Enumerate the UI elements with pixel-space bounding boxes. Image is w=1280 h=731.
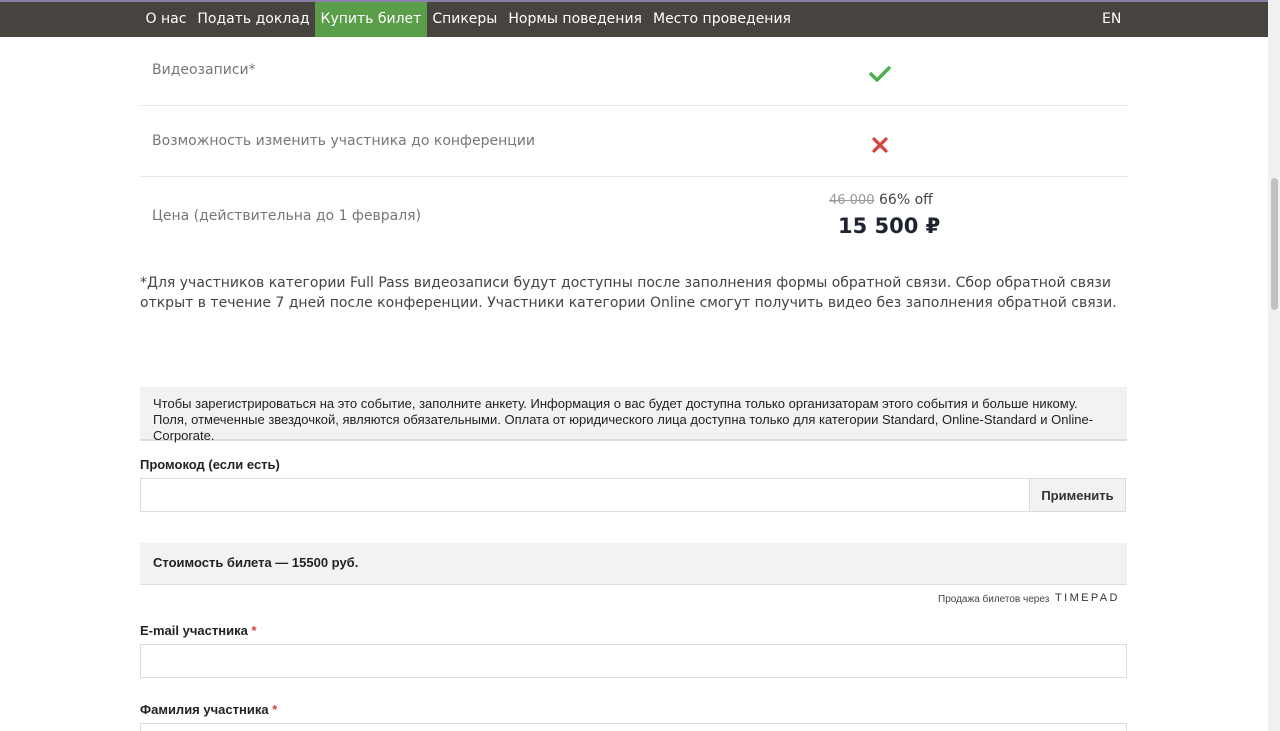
video-footnote: *Для участников категории Full Pass виде… bbox=[140, 275, 1117, 311]
surname-label: Фамилия участника * bbox=[140, 702, 277, 717]
email-field[interactable] bbox=[140, 644, 1127, 678]
required-mark: * bbox=[272, 702, 278, 717]
cross-icon bbox=[872, 137, 888, 153]
nav-item-venue[interactable]: Место проведения bbox=[647, 2, 796, 37]
check-icon bbox=[869, 66, 891, 82]
email-label-text: E-mail участника bbox=[140, 623, 248, 638]
top-navigation-bar: О нас Подать доклад Купить билет Спикеры… bbox=[0, 0, 1268, 37]
feature-row-change-participant: Возможность изменить участника до конфер… bbox=[140, 106, 1128, 177]
promo-label: Промокод (если есть) bbox=[140, 457, 280, 472]
current-price: 15 500 ₽ bbox=[838, 214, 941, 238]
price-row: Цена (действительна до 1 февраля) 46 000… bbox=[140, 177, 1128, 257]
old-price: 46 000 bbox=[829, 193, 875, 208]
timepad-logo[interactable]: TIMEPAD bbox=[1055, 592, 1120, 604]
scrollbar-thumb[interactable] bbox=[1271, 178, 1278, 310]
email-label: E-mail участника * bbox=[140, 623, 257, 638]
main-nav: О нас Подать доклад Купить билет Спикеры… bbox=[140, 2, 796, 37]
nav-item-submit-talk[interactable]: Подать доклад bbox=[192, 2, 315, 37]
ticket-sales-note: Продажа билетов через bbox=[938, 594, 1050, 605]
promo-code-input[interactable] bbox=[140, 478, 1030, 512]
feature-row-video: Видеозаписи* bbox=[140, 37, 1128, 106]
language-switch[interactable]: EN bbox=[1102, 2, 1121, 37]
feature-label: Возможность изменить участника до конфер… bbox=[152, 133, 536, 149]
nav-item-speakers[interactable]: Спикеры bbox=[427, 2, 503, 37]
registration-info: Чтобы зарегистрироваться на это событие,… bbox=[140, 387, 1127, 443]
nav-item-buy-ticket[interactable]: Купить билет bbox=[315, 2, 427, 37]
price-label: Цена (действительна до 1 февраля) bbox=[152, 208, 422, 224]
feature-label: Видеозаписи* bbox=[152, 62, 256, 78]
ticket-cost: Стоимость билета — 15500 руб. bbox=[140, 543, 1127, 585]
required-mark: * bbox=[251, 623, 257, 638]
nav-item-about[interactable]: О нас bbox=[140, 2, 192, 37]
surname-label-text: Фамилия участника bbox=[140, 702, 269, 717]
discount-badge: 66% off bbox=[879, 192, 933, 208]
nav-item-code-of-conduct[interactable]: Нормы поведения bbox=[503, 2, 648, 37]
apply-promo-button[interactable]: Применить bbox=[1029, 478, 1126, 512]
page-scrollbar[interactable] bbox=[1268, 0, 1280, 731]
surname-field[interactable] bbox=[140, 723, 1127, 731]
